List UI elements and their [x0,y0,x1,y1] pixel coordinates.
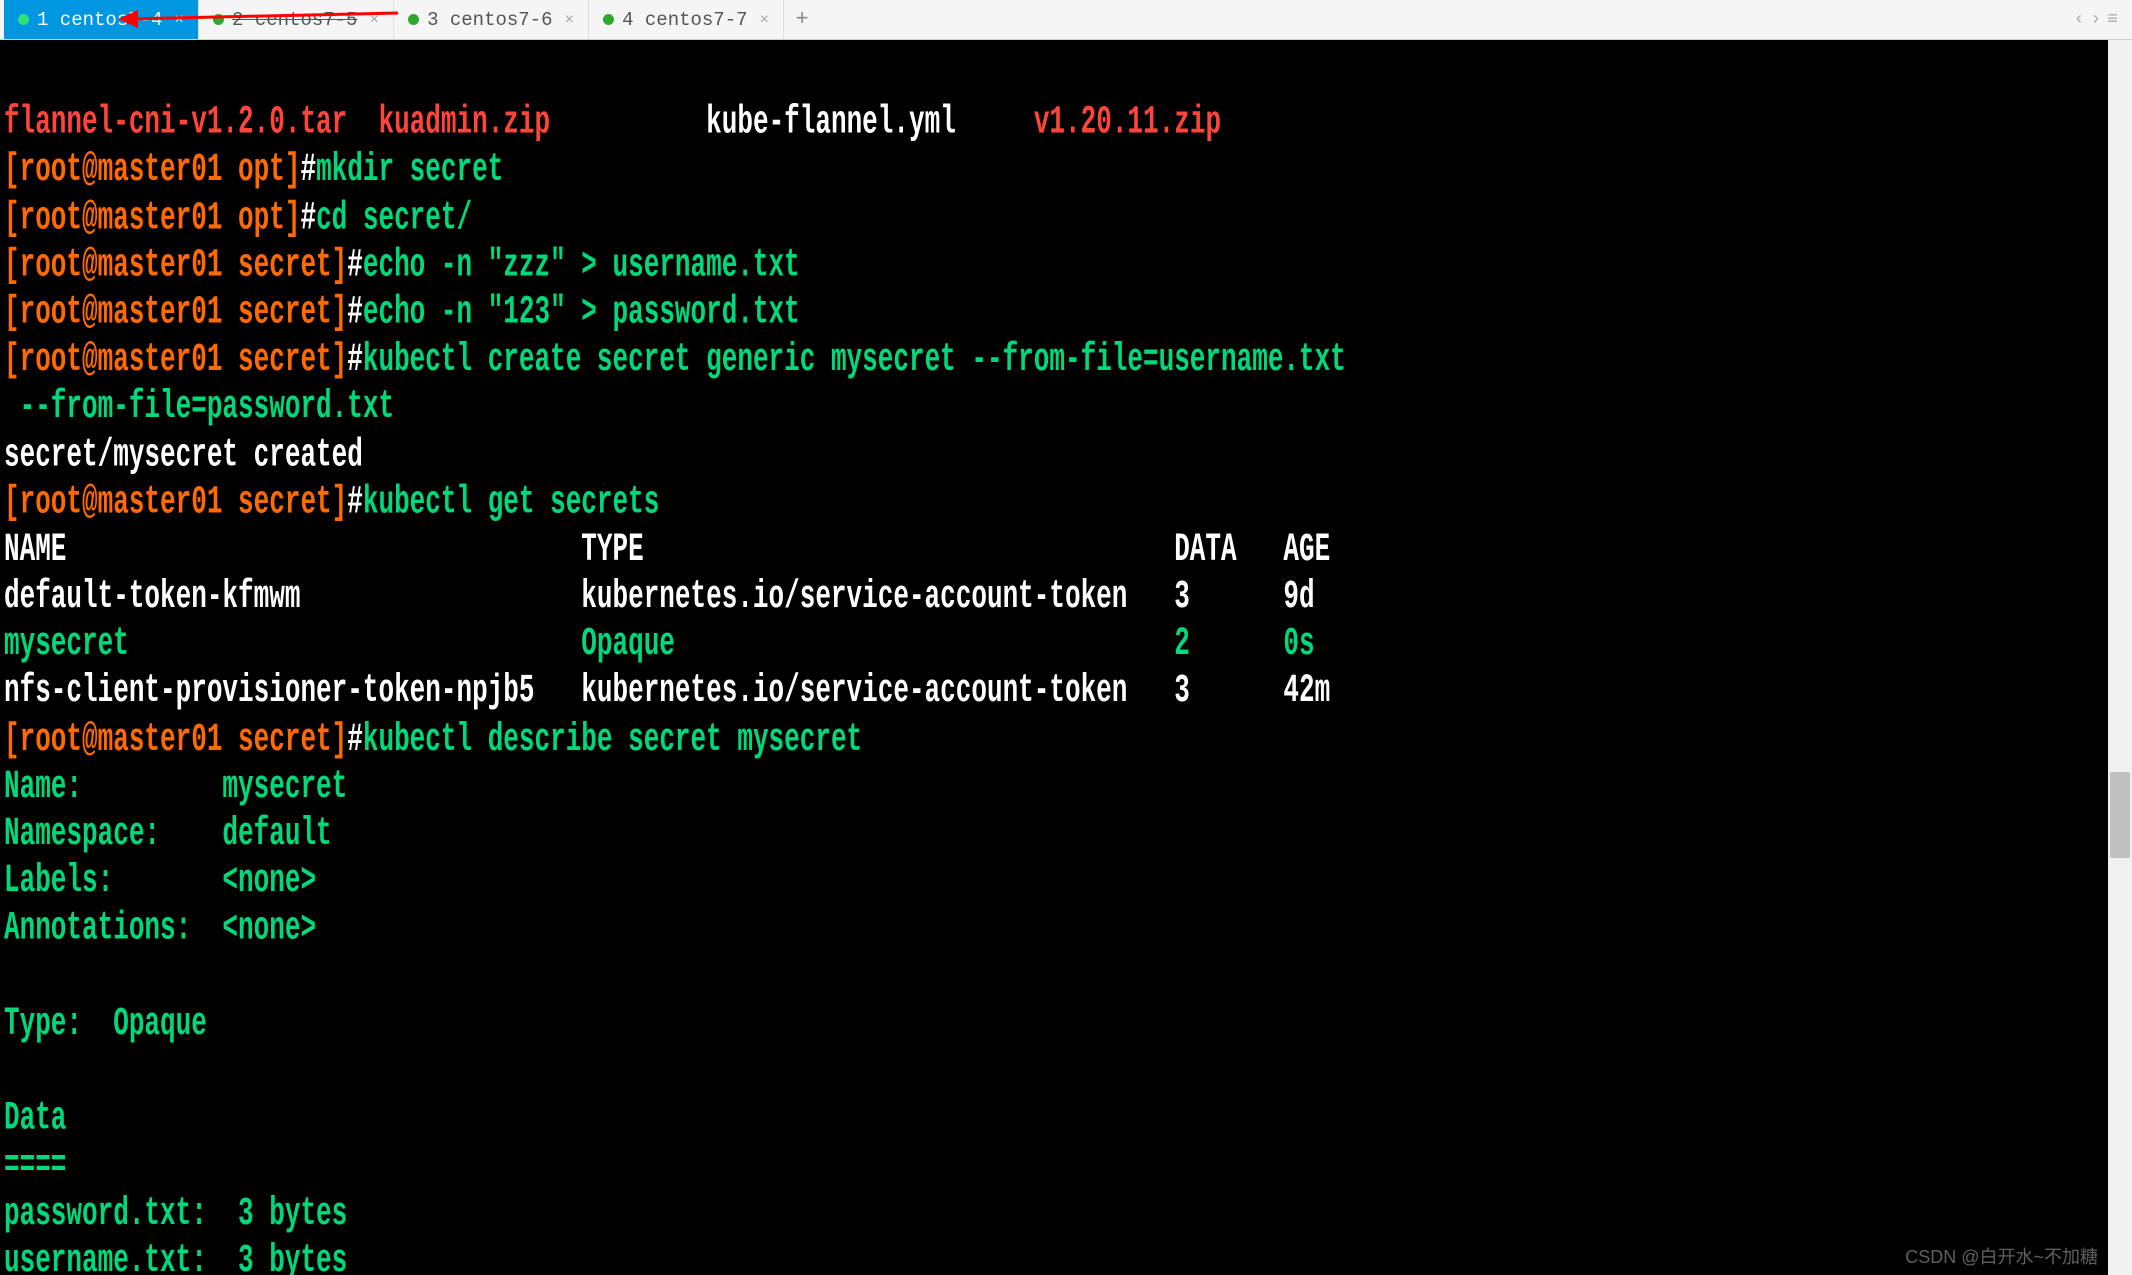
prompt: [root@master01 secret] [4,479,347,525]
tab-label: 2 centos7-5 [232,9,357,31]
tab-centos7-6[interactable]: 3 centos7-6 × [394,0,589,39]
close-icon[interactable]: × [174,11,184,29]
command: kubectl describe secret mysecret [363,716,862,762]
command: cd secret/ [316,194,472,240]
tab-centos7-7[interactable]: 4 centos7-7 × [589,0,784,39]
terminal-content: flannel-cni-v1.2.0.tar kuadmin.zip kube-… [0,40,2132,1275]
hash: # [300,147,316,193]
watermark: CSDN @白开水~不加糖 [1905,1243,2098,1269]
hash: # [347,479,363,525]
status-dot-icon [18,14,29,25]
next-tab-icon[interactable]: › [2090,10,2101,30]
close-icon[interactable]: × [564,11,574,29]
file-listing: kuadmin.zip [378,100,550,146]
prompt: [root@master01 opt] [4,194,300,240]
hash: # [347,242,363,288]
terminal-area[interactable]: flannel-cni-v1.2.0.tar kuadmin.zip kube-… [0,40,2132,1275]
prompt: [root@master01 secret] [4,242,347,288]
describe-output: Name: mysecret Namespace: default Labels… [4,763,347,1275]
hash: # [300,194,316,240]
prev-tab-icon[interactable]: ‹ [2074,10,2085,30]
command: kubectl create secret generic mysecret -… [363,337,1346,383]
prompt: [root@master01 opt] [4,147,300,193]
status-dot-icon [603,14,614,25]
tab-bar: 1 centos7-4 × 2 centos7-5 × 3 centos7-6 … [0,0,2132,40]
command-wrap: --from-file=password.txt [4,384,394,430]
command: echo -n "123" > password.txt [363,289,800,335]
command: echo -n "zzz" > username.txt [363,242,800,288]
file-listing: v1.20.11.zip [1034,100,1221,146]
secrets-table: NAME TYPE DATA AGE default-token-kfmwm k… [4,526,1330,714]
add-tab-button[interactable]: + [784,7,820,32]
file-listing: flannel-cni-v1.2.0.tar [4,100,347,146]
scrollbar-thumb[interactable] [2110,772,2130,858]
hash: # [347,337,363,383]
tab-label: 1 centos7-4 [37,9,162,31]
tab-centos7-4[interactable]: 1 centos7-4 × [4,0,199,39]
tab-label: 3 centos7-6 [427,9,552,31]
prompt: [root@master01 secret] [4,337,347,383]
command: mkdir secret [316,147,503,193]
hash: # [347,716,363,762]
prompt: [root@master01 secret] [4,289,347,335]
tab-menu-icon[interactable]: ≡ [2107,10,2118,30]
output: secret/mysecret created [4,431,363,477]
file-listing: kube-flannel.yml [706,100,956,146]
status-dot-icon [408,14,419,25]
status-dot-icon [213,14,224,25]
command: kubectl get secrets [363,479,659,525]
tab-label: 4 centos7-7 [622,9,747,31]
hash: # [347,289,363,335]
close-icon[interactable]: × [760,11,770,29]
tab-centos7-5[interactable]: 2 centos7-5 × [199,0,394,39]
tab-nav: ‹ › ≡ [2074,10,2118,30]
prompt: [root@master01 secret] [4,716,347,762]
close-icon[interactable]: × [369,11,379,29]
scrollbar[interactable] [2108,40,2132,1275]
